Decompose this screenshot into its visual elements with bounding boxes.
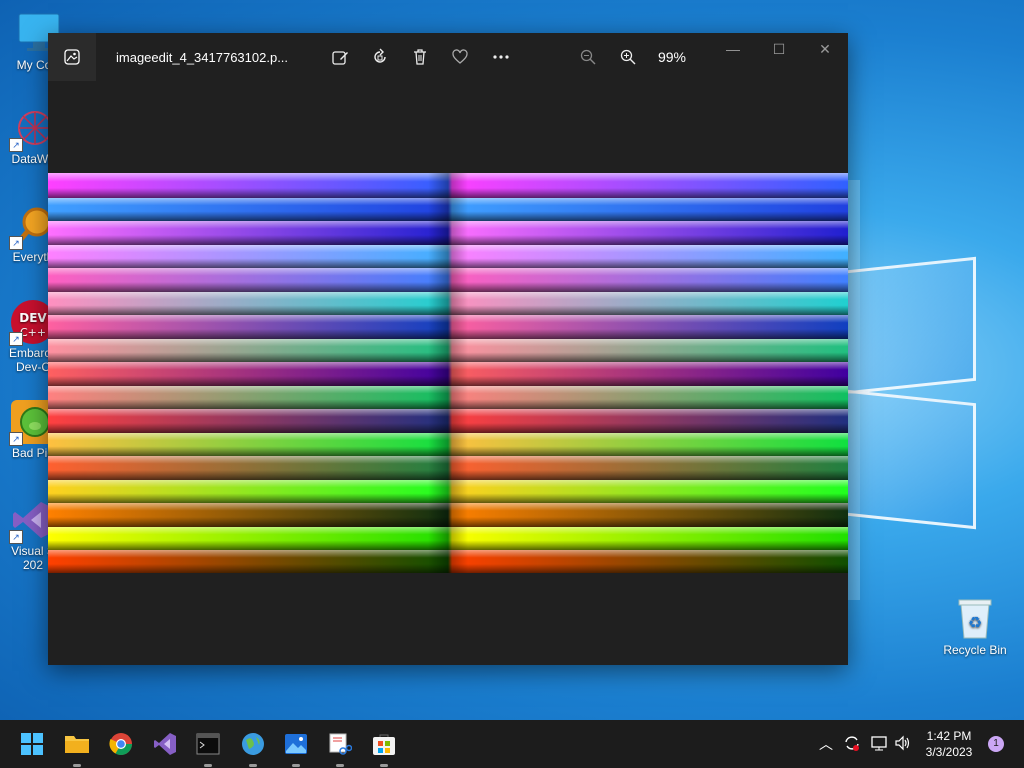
minimize-icon: —: [726, 41, 740, 57]
favorite-button[interactable]: [448, 45, 472, 69]
photos-window: imageedit_4_3417763102.p... 99% — ☐ ✕: [48, 33, 848, 665]
maximize-icon: ☐: [772, 41, 786, 57]
visual-studio-icon: [154, 733, 176, 755]
snipping-tool-icon: [329, 733, 352, 755]
photos-button[interactable]: [282, 730, 310, 758]
shortcut-arrow-icon: ↗: [9, 432, 23, 446]
globe-app-button[interactable]: [239, 730, 267, 758]
svg-text:C++: C++: [20, 326, 46, 339]
edit-image-button[interactable]: [328, 45, 352, 69]
minimize-button[interactable]: —: [718, 39, 748, 59]
close-button[interactable]: ✕: [810, 39, 840, 59]
start-button[interactable]: [18, 730, 46, 758]
shortcut-arrow-icon: ↗: [9, 332, 23, 346]
zoom-in-button[interactable]: [616, 45, 640, 69]
rotate-button[interactable]: [368, 45, 392, 69]
file-name: imageedit_4_3417763102.p...: [116, 50, 289, 65]
edit-image-icon: [332, 51, 348, 65]
running-indicator: [73, 764, 81, 767]
image-viewport[interactable]: [48, 173, 848, 573]
photos-globe-icon: [242, 733, 264, 755]
desktop-icon-recycle-bin[interactable]: ♻ Recycle Bin: [940, 596, 1010, 657]
photos-titlebar: imageedit_4_3417763102.p... 99% — ☐ ✕: [48, 33, 848, 81]
running-indicator: [336, 764, 344, 767]
sync-alert-icon[interactable]: [843, 734, 861, 755]
shortcut-arrow-icon: ↗: [9, 530, 23, 544]
running-indicator: [204, 764, 212, 767]
recycle-bin-icon: ♻: [958, 599, 992, 639]
zoom-out-button[interactable]: [576, 45, 600, 69]
photos-icon: [285, 734, 307, 754]
network-icon[interactable]: [870, 734, 888, 755]
taskbar: ︿ 1:42 PM 3/3/2023: [0, 720, 1024, 768]
chrome-button[interactable]: [107, 730, 135, 758]
store-button[interactable]: [370, 730, 398, 758]
svg-text:♻: ♻: [968, 613, 982, 632]
rotate-icon: [374, 48, 386, 63]
running-indicator: [292, 764, 300, 767]
taskbar-clock[interactable]: 1:42 PM 3/3/2023: [918, 728, 980, 760]
delete-button[interactable]: [408, 45, 432, 69]
store-icon: [373, 734, 395, 755]
more-icon: [493, 55, 509, 59]
terminal-icon: [196, 733, 220, 755]
photos-app-icon[interactable]: [48, 33, 96, 81]
show-hidden-icons-chevron-icon[interactable]: ︿: [819, 734, 833, 754]
notification-badge[interactable]: 1: [988, 736, 1004, 752]
shortcut-arrow-icon: ↗: [9, 138, 23, 152]
maximize-button[interactable]: ☐: [764, 39, 794, 59]
chrome-icon: [109, 733, 132, 755]
clock-date: 3/3/2023: [925, 745, 973, 759]
heart-icon: [452, 49, 468, 64]
visual-studio-button[interactable]: [151, 730, 179, 758]
start-icon: [21, 733, 43, 755]
windows-wallpaper-logo: [838, 248, 978, 534]
zoom-level[interactable]: 99%: [646, 49, 698, 65]
volume-icon[interactable]: [894, 734, 912, 755]
close-icon: ✕: [819, 41, 831, 57]
snipping-tool-button[interactable]: [326, 730, 354, 758]
shortcut-arrow-icon: ↗: [9, 236, 23, 250]
zoom-out-icon: [580, 49, 596, 65]
recycle-bin-label: Recycle Bin: [943, 643, 1007, 657]
image-seam: [428, 173, 468, 573]
terminal-button[interactable]: [194, 730, 222, 758]
zoom-in-icon: [620, 49, 636, 65]
running-indicator: [249, 764, 257, 767]
file-explorer-button[interactable]: [63, 730, 91, 758]
file-explorer-icon: [65, 736, 89, 753]
more-options-button[interactable]: [489, 45, 513, 69]
trash-icon: [414, 49, 426, 65]
running-indicator: [380, 764, 388, 767]
clock-time: 1:42 PM: [926, 729, 972, 743]
svg-text:DEV: DEV: [19, 311, 47, 325]
